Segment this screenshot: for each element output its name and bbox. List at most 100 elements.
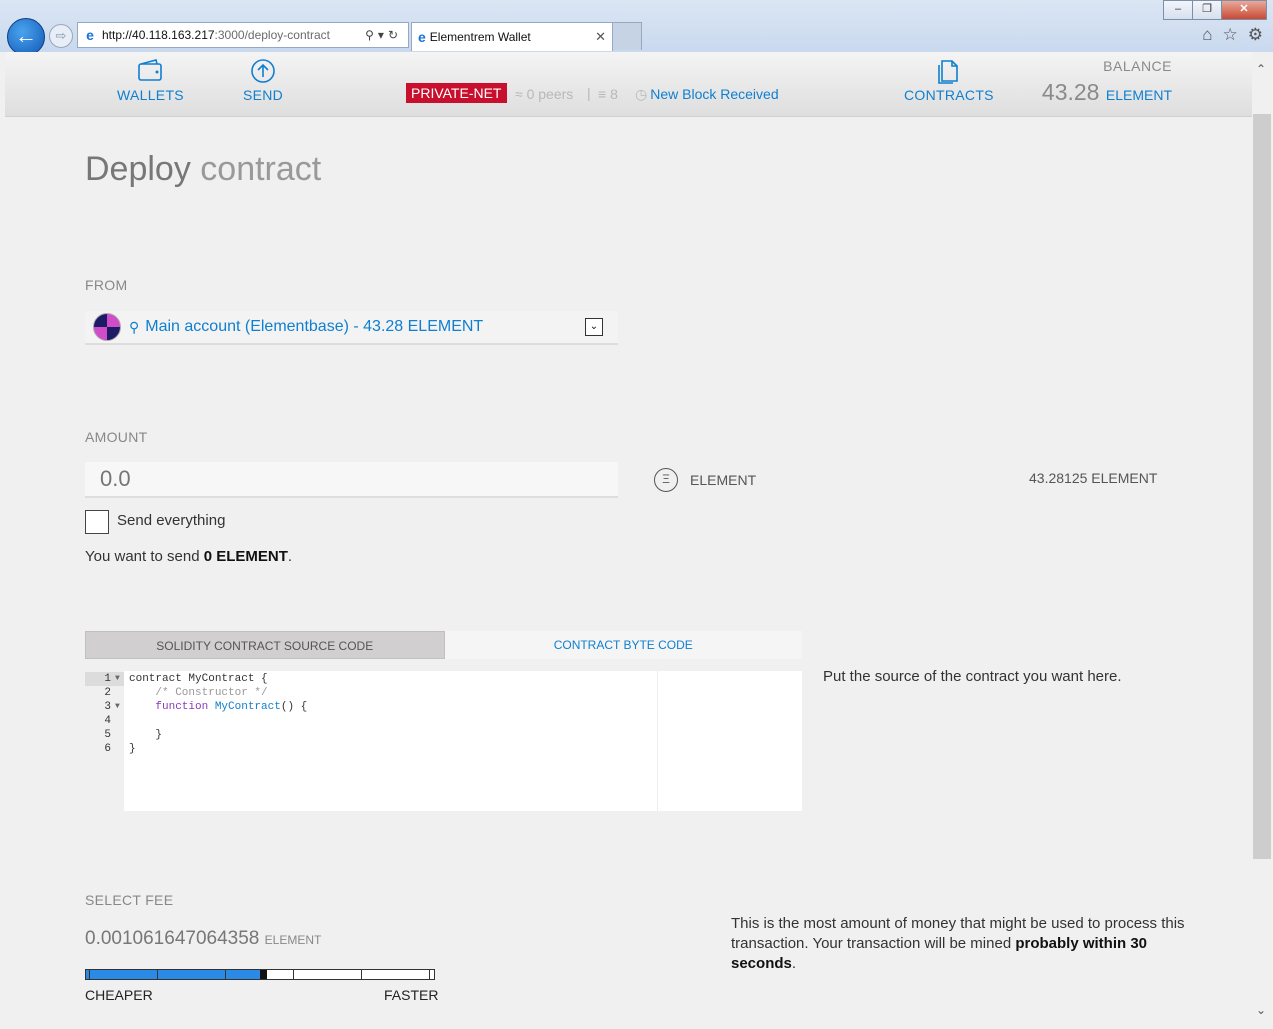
- scroll-up-icon[interactable]: ⌃: [1256, 62, 1266, 76]
- code-text: () {: [280, 701, 308, 713]
- amount-input[interactable]: [85, 462, 618, 498]
- from-account-value: Main account (Elementbase) - 43.28 ELEME…: [145, 318, 484, 335]
- restore-icon[interactable]: ❐: [1192, 0, 1222, 20]
- nav-contracts-label: CONTRACTS: [904, 87, 994, 103]
- unit-selector[interactable]: Ξ ELEMENT: [654, 468, 756, 492]
- nav-wallets[interactable]: WALLETS: [117, 58, 184, 103]
- chevron-down-icon[interactable]: ⌄: [585, 318, 603, 336]
- back-arrow-icon[interactable]: ←: [7, 18, 45, 56]
- key-icon: ⚲: [129, 318, 140, 335]
- tab-byte-code[interactable]: CONTRACT BYTE CODE: [444, 631, 802, 659]
- editor-print-margin: [657, 671, 658, 811]
- close-window-icon[interactable]: ✕: [1221, 0, 1267, 20]
- amount-label: AMOUNT: [85, 429, 148, 445]
- fee-amount: 0.001061647064358 ELEMENT: [85, 928, 321, 950]
- tab-close-icon[interactable]: ✕: [595, 29, 612, 45]
- code-tabs: SOLIDITY CONTRACT SOURCE CODE CONTRACT B…: [85, 631, 802, 659]
- url-host: http://40.118.163.217: [102, 28, 215, 42]
- block-status-text: New Block Received: [650, 86, 779, 102]
- scroll-down-icon[interactable]: ⌄: [1256, 1003, 1266, 1017]
- signal-icon: ≈: [515, 86, 523, 102]
- code-line: }: [129, 729, 163, 741]
- page-title-strong: Deploy: [85, 150, 191, 188]
- minimize-icon[interactable]: –: [1163, 0, 1193, 20]
- nav-wallets-label: WALLETS: [117, 87, 184, 103]
- fee-slider-tick: [225, 970, 226, 979]
- home-icon[interactable]: ⌂: [1202, 25, 1212, 45]
- send-summary-suffix: .: [287, 548, 293, 565]
- fee-slider-handle[interactable]: [260, 970, 267, 979]
- fee-slider-tick: [157, 970, 158, 979]
- fee-slider-tick: [361, 970, 362, 979]
- fee-label: SELECT FEE: [85, 892, 174, 908]
- account-identicon: [93, 313, 121, 341]
- code-editor[interactable]: 1 ▼ 2 3 ▼ 4 5 6 contract MyContract { /*…: [85, 671, 802, 811]
- code-line: /* Constructor */: [129, 687, 268, 699]
- network-badge: PRIVATE-NET: [406, 83, 507, 103]
- code-line: function MyContract() {: [129, 701, 307, 713]
- source-help-text: Put the source of the contract you want …: [823, 668, 1122, 685]
- balance-display: 43.28 ELEMENT: [1042, 79, 1172, 106]
- window-controls: – ❐ ✕: [1163, 0, 1267, 20]
- code-text: MyContract {: [188, 673, 268, 685]
- ie-logo-icon: e: [86, 27, 94, 43]
- code-line: }: [129, 743, 136, 755]
- fee-unit: ELEMENT: [264, 933, 322, 947]
- fee-slider-tick: [293, 970, 294, 979]
- wallet-icon: [138, 59, 163, 81]
- fold-arrow-icon[interactable]: ▼: [115, 702, 120, 711]
- unit-label: ELEMENT: [690, 472, 757, 488]
- nav-send[interactable]: SEND: [243, 58, 283, 103]
- send-up-arrow-icon: [251, 59, 275, 83]
- fee-faster-label: FASTER: [384, 987, 439, 1003]
- new-tab-button[interactable]: [612, 22, 642, 50]
- line-number: 4: [104, 715, 111, 727]
- line-number: 1: [104, 673, 111, 685]
- browser-toolbar-icons: ⌂ ☆ ⚙: [1202, 25, 1263, 45]
- status-separator: |: [587, 85, 591, 101]
- fee-slider-fill: [86, 970, 260, 979]
- favorites-star-icon[interactable]: ☆: [1223, 25, 1238, 45]
- address-url[interactable]: http://40.118.163.217:3000/deploy-contra…: [102, 28, 365, 42]
- send-summary-value: 0 ELEMENT: [203, 548, 288, 565]
- browser-chrome: – ❐ ✕ ← ⇨ e http://40.118.163.217:3000/d…: [0, 0, 1273, 56]
- block-number: 8: [610, 86, 618, 102]
- contracts-document-icon: [938, 60, 958, 84]
- editor-gutter: 1 ▼ 2 3 ▼ 4 5 6: [85, 671, 124, 811]
- nav-contracts[interactable]: CONTRACTS: [904, 58, 994, 103]
- scroll-thumb[interactable]: [1253, 114, 1271, 859]
- fee-value: 0.001061647064358: [85, 928, 260, 949]
- nav-send-label: SEND: [243, 87, 284, 103]
- gear-icon[interactable]: ⚙: [1248, 25, 1263, 45]
- search-refresh-icons[interactable]: ⚲▾↻: [365, 28, 408, 42]
- line-number: 5: [104, 729, 111, 741]
- address-bar[interactable]: e http://40.118.163.217:3000/deploy-cont…: [77, 22, 409, 48]
- line-number: 3: [104, 701, 111, 713]
- layers-icon: ≡: [598, 86, 607, 102]
- fee-cheaper-label: CHEAPER: [85, 987, 153, 1003]
- send-everything-checkbox[interactable]: [85, 510, 109, 534]
- balance-unit: ELEMENT: [1105, 87, 1172, 103]
- forward-arrow-icon[interactable]: ⇨: [49, 24, 73, 48]
- code-line: contract MyContract {: [129, 673, 268, 685]
- vertical-scrollbar[interactable]: ⌃ ⌄: [1252, 52, 1273, 1029]
- fee-help-text: This is the most amount of money that mi…: [731, 914, 1186, 974]
- clock-icon: ◷: [635, 86, 648, 102]
- balance-label: BALANCE: [1103, 58, 1172, 74]
- url-path: :3000/deploy-contract: [214, 28, 330, 42]
- fold-arrow-icon[interactable]: ▼: [115, 674, 120, 683]
- tab-solidity-source[interactable]: SOLIDITY CONTRACT SOURCE CODE: [85, 631, 445, 659]
- block-status: ◷ New Block Received: [635, 86, 779, 103]
- tab-title: Elementrem Wallet: [429, 30, 531, 44]
- code-keyword: function: [129, 701, 215, 713]
- fee-help-part2: .: [791, 955, 797, 972]
- send-everything-label[interactable]: Send everything: [117, 512, 225, 529]
- ie-logo-icon: e: [418, 29, 426, 45]
- code-keyword: contract: [129, 673, 189, 685]
- from-account-select[interactable]: ⚲ Main account (Elementbase) - 43.28 ELE…: [85, 311, 618, 345]
- browser-tab[interactable]: e Elementrem Wallet ✕: [411, 22, 613, 51]
- element-symbol-icon: Ξ: [654, 468, 678, 492]
- page-title: Deploy contract: [85, 150, 321, 189]
- fee-slider[interactable]: [85, 969, 435, 980]
- line-number: 6: [104, 743, 111, 755]
